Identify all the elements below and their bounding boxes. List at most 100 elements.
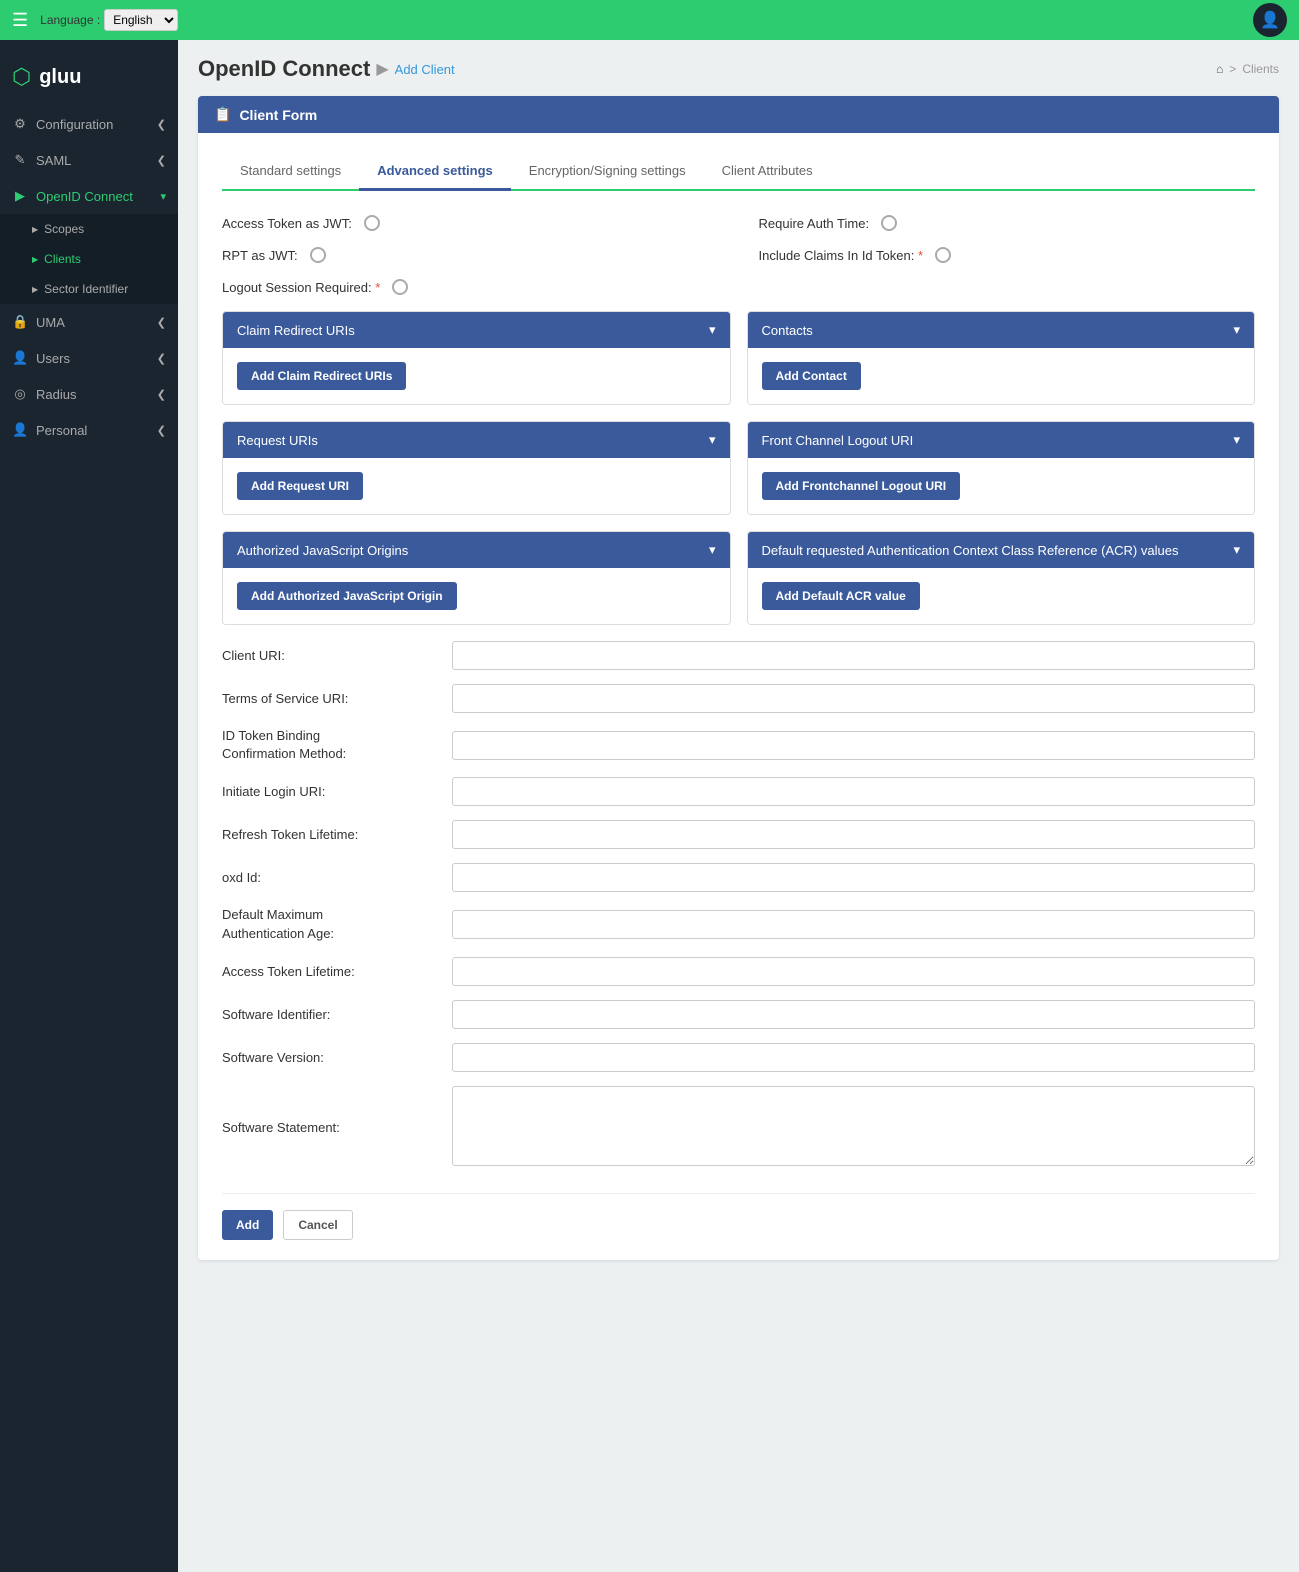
top-bar: ☰ Language : English French Spanish 👤	[0, 0, 1299, 40]
add-request-uri-button[interactable]: Add Request URI	[237, 472, 363, 500]
field-require-auth-time: Require Auth Time:	[759, 215, 1256, 231]
collapsible-header-request-uris[interactable]: Request URIs ▾	[223, 422, 730, 458]
tab-standard-settings[interactable]: Standard settings	[222, 153, 359, 191]
chevron-icon: ❮	[157, 118, 166, 131]
client-uri-input[interactable]	[452, 641, 1255, 670]
sidebar-item-clients[interactable]: ▶ Clients	[0, 244, 178, 274]
default-max-auth-age-label: Default MaximumAuthentication Age:	[222, 906, 452, 942]
add-frontchannel-logout-button[interactable]: Add Frontchannel Logout URI	[762, 472, 961, 500]
form-section-access-token-lifetime: Access Token Lifetime:	[222, 957, 1255, 986]
collapsible-body-authorized-js-origins: Add Authorized JavaScript Origin	[223, 568, 730, 624]
sidebar-item-configuration[interactable]: ⚙ Configuration ❮	[0, 106, 178, 142]
add-claim-redirect-uris-button[interactable]: Add Claim Redirect URIs	[237, 362, 406, 390]
software-version-label: Software Version:	[222, 1050, 452, 1065]
collapsible-grid-3: Authorized JavaScript Origins ▾ Add Auth…	[222, 531, 1255, 625]
oxd-id-input[interactable]	[452, 863, 1255, 892]
sidebar-item-label: OpenID Connect	[36, 189, 133, 204]
cancel-button[interactable]: Cancel	[283, 1210, 352, 1240]
tab-client-attributes[interactable]: Client Attributes	[704, 153, 831, 191]
add-authorized-js-origin-button[interactable]: Add Authorized JavaScript Origin	[237, 582, 457, 610]
collapsible-header-authorized-js-origins[interactable]: Authorized JavaScript Origins ▾	[223, 532, 730, 568]
top-bar-left: ☰ Language : English French Spanish	[12, 9, 178, 31]
access-token-lifetime-input[interactable]	[452, 957, 1255, 986]
tab-encryption-signing[interactable]: Encryption/Signing settings	[511, 153, 704, 191]
tab-advanced-settings[interactable]: Advanced settings	[359, 153, 511, 191]
collapsible-label: Front Channel Logout URI	[762, 433, 914, 448]
form-row-rpt: RPT as JWT: Include Claims In Id Token: …	[222, 247, 1255, 263]
initiate-login-uri-input[interactable]	[452, 777, 1255, 806]
refresh-token-lifetime-label: Refresh Token Lifetime:	[222, 827, 452, 842]
sidebar-submenu-openid: ▶ Scopes ▶ Clients ▶ Sector Identifier	[0, 214, 178, 304]
software-statement-textarea[interactable]	[452, 1086, 1255, 1166]
collapsible-acr-values: Default requested Authentication Context…	[747, 531, 1256, 625]
chevron-down-icon: ▾	[709, 322, 716, 338]
openid-icon: ▶	[12, 188, 28, 204]
form-section-client-uri: Client URI:	[222, 641, 1255, 670]
collapsible-grid-2: Request URIs ▾ Add Request URI Front Cha…	[222, 421, 1255, 515]
sidebar-item-label: Configuration	[36, 117, 113, 132]
user-avatar[interactable]: 👤	[1253, 3, 1287, 37]
id-token-binding-input[interactable]	[452, 731, 1255, 760]
app-layout: ⬡ gluu ⚙ Configuration ❮ ✎ SAML ❮ ▶ Open…	[0, 40, 1299, 1572]
oxd-id-input-wrap	[452, 863, 1255, 892]
home-icon[interactable]: ⌂	[1216, 62, 1223, 76]
form-section-software-statement: Software Statement:	[222, 1086, 1255, 1169]
collapsible-contacts: Contacts ▾ Add Contact	[747, 311, 1256, 405]
software-statement-input-wrap	[452, 1086, 1255, 1169]
sidebar-item-sector-identifier[interactable]: ▶ Sector Identifier	[0, 274, 178, 304]
sidebar-item-openid-connect[interactable]: ▶ OpenID Connect ▾	[0, 178, 178, 214]
language-select[interactable]: English French Spanish	[104, 9, 178, 31]
collapsible-header-front-channel-logout[interactable]: Front Channel Logout URI ▾	[748, 422, 1255, 458]
sidebar-sub-label: Sector Identifier	[44, 282, 128, 296]
collapsible-header-contacts[interactable]: Contacts ▾	[748, 312, 1255, 348]
collapsible-body-acr-values: Add Default ACR value	[748, 568, 1255, 624]
sidebar-item-radius[interactable]: ◎ Radius ❮	[0, 376, 178, 412]
access-token-lifetime-input-wrap	[452, 957, 1255, 986]
collapsible-body-request-uris: Add Request URI	[223, 458, 730, 514]
software-version-input[interactable]	[452, 1043, 1255, 1072]
sidebar-item-label: UMA	[36, 315, 65, 330]
chevron-down-icon: ▾	[1233, 322, 1240, 338]
collapsible-claim-redirect-uris: Claim Redirect URIs ▾ Add Claim Redirect…	[222, 311, 731, 405]
client-uri-input-wrap	[452, 641, 1255, 670]
sidebar-item-saml[interactable]: ✎ SAML ❮	[0, 142, 178, 178]
client-uri-label: Client URI:	[222, 648, 452, 663]
form-section-refresh-token-lifetime: Refresh Token Lifetime:	[222, 820, 1255, 849]
required-marker: *	[918, 248, 923, 263]
chevron-down-icon: ▾	[1233, 432, 1240, 448]
hamburger-menu[interactable]: ☰	[12, 10, 28, 31]
logo-text: gluu	[39, 66, 81, 89]
sidebar-item-personal[interactable]: 👤 Personal ❮	[0, 412, 178, 448]
include-claims-label: Include Claims In Id Token: *	[759, 248, 924, 263]
field-logout-session: Logout Session Required: *	[222, 279, 719, 295]
rpt-jwt-radio[interactable]	[310, 247, 326, 263]
refresh-token-lifetime-input[interactable]	[452, 820, 1255, 849]
software-statement-label: Software Statement:	[222, 1120, 452, 1135]
form-section-terms-uri: Terms of Service URI:	[222, 684, 1255, 713]
software-identifier-input[interactable]	[452, 1000, 1255, 1029]
require-auth-time-radio[interactable]	[881, 215, 897, 231]
add-default-acr-value-button[interactable]: Add Default ACR value	[762, 582, 920, 610]
breadcrumb: OpenID Connect ▶ Add Client ⌂ > Clients	[198, 56, 1279, 82]
chevron-icon: ❮	[157, 154, 166, 167]
collapsible-label: Authorized JavaScript Origins	[237, 543, 408, 558]
collapsible-header-claim-redirect-uris[interactable]: Claim Redirect URIs ▾	[223, 312, 730, 348]
add-contact-button[interactable]: Add Contact	[762, 362, 861, 390]
access-token-jwt-radio[interactable]	[364, 215, 380, 231]
collapsible-header-acr-values[interactable]: Default requested Authentication Context…	[748, 532, 1255, 568]
terms-uri-input[interactable]	[452, 684, 1255, 713]
card-header-title: Client Form	[239, 107, 317, 123]
sidebar-item-uma[interactable]: 🔒 UMA ❮	[0, 304, 178, 340]
default-max-auth-age-input[interactable]	[452, 910, 1255, 939]
sidebar-item-scopes[interactable]: ▶ Scopes	[0, 214, 178, 244]
logout-session-radio[interactable]	[392, 279, 408, 295]
include-claims-radio[interactable]	[935, 247, 951, 263]
breadcrumb-clients-link[interactable]: Clients	[1242, 62, 1279, 76]
main-content: OpenID Connect ▶ Add Client ⌂ > Clients …	[178, 40, 1299, 1572]
saml-icon: ✎	[12, 152, 28, 168]
sidebar-item-users[interactable]: 👤 Users ❮	[0, 340, 178, 376]
form-section-default-max-auth-age: Default MaximumAuthentication Age:	[222, 906, 1255, 942]
software-identifier-input-wrap	[452, 1000, 1255, 1029]
collapsible-body-claim-redirect-uris: Add Claim Redirect URIs	[223, 348, 730, 404]
add-button[interactable]: Add	[222, 1210, 273, 1240]
